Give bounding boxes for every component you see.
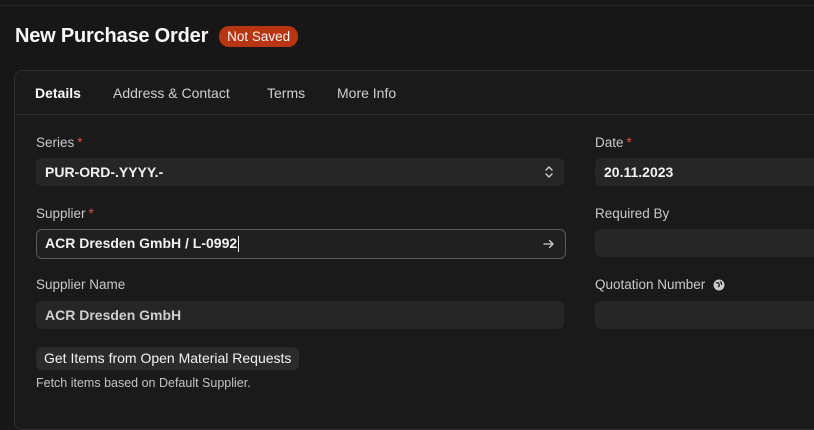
tab-details[interactable]: Details — [35, 85, 81, 101]
date-value: 20.11.2023 — [604, 164, 674, 180]
supplier-name-value: ACR Dresden GmbH — [45, 307, 182, 323]
status-badge: Not Saved — [219, 25, 299, 47]
date-label: Date * — [595, 135, 632, 150]
quotation-number-label: Quotation Number — [595, 277, 725, 294]
text-caret — [238, 236, 240, 253]
top-divider — [0, 5, 814, 6]
required-marker: * — [626, 135, 632, 150]
arrow-right-icon[interactable] — [543, 230, 555, 258]
supplier-name-field: ACR Dresden GmbH — [36, 301, 564, 329]
form-card: Details Address & Contact Terms More Inf… — [14, 70, 814, 430]
get-items-button[interactable]: Get Items from Open Material Requests — [36, 347, 300, 370]
required-marker: * — [77, 135, 83, 150]
quotation-number-label-text: Quotation Number — [595, 277, 706, 292]
page-header: New Purchase Order Not Saved — [15, 24, 299, 48]
page-title: New Purchase Order — [15, 24, 209, 47]
series-select[interactable]: PUR-ORD-.YYYY.- — [36, 158, 564, 186]
tab-bar: Details Address & Contact Terms More Inf… — [15, 71, 814, 115]
supplier-name-label-text: Supplier Name — [36, 277, 126, 292]
tab-terms[interactable]: Terms — [267, 85, 305, 101]
tab-more-info[interactable]: More Info — [337, 85, 396, 101]
required-by-input[interactable] — [595, 229, 814, 257]
supplier-label-text: Supplier — [36, 206, 86, 221]
up-down-chevron-icon — [544, 158, 554, 186]
required-marker: * — [88, 206, 94, 221]
series-value: PUR-ORD-.YYYY.- — [45, 164, 164, 180]
required-by-label-text: Required By — [595, 206, 670, 221]
globe-icon — [713, 279, 725, 294]
required-by-label: Required By — [595, 206, 669, 221]
supplier-input[interactable]: ACR Dresden GmbH / L-0992 — [36, 229, 566, 259]
series-label: Series * — [36, 135, 83, 150]
tab-address-contact[interactable]: Address & Contact — [113, 85, 230, 101]
supplier-label: Supplier * — [36, 206, 94, 221]
date-input[interactable]: 20.11.2023 — [595, 158, 814, 186]
quotation-number-input[interactable] — [595, 301, 814, 329]
help-text: Fetch items based on Default Supplier. — [36, 376, 251, 390]
series-label-text: Series — [36, 135, 75, 150]
supplier-name-label: Supplier Name — [36, 277, 125, 292]
date-label-text: Date — [595, 135, 624, 150]
supplier-value: ACR Dresden GmbH / L-0992 — [45, 235, 238, 251]
